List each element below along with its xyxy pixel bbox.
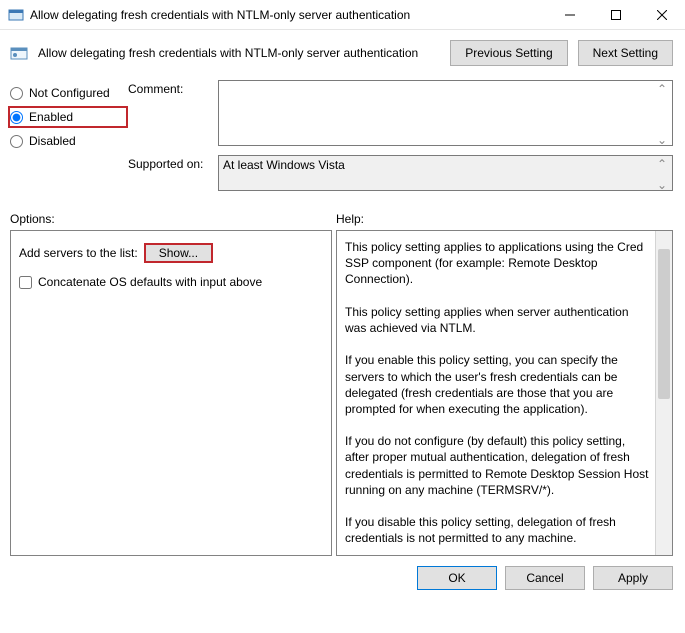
- supported-label: Supported on:: [128, 155, 210, 171]
- add-servers-label: Add servers to the list:: [19, 246, 138, 260]
- comment-label: Comment:: [128, 80, 210, 96]
- radio-not-configured-label: Not Configured: [29, 86, 110, 100]
- maximize-button[interactable]: [593, 0, 639, 29]
- radio-disabled-input[interactable]: [10, 135, 23, 148]
- policy-icon: [8, 7, 24, 23]
- help-scrollbar[interactable]: [655, 231, 672, 555]
- apply-button[interactable]: Apply: [593, 566, 673, 590]
- comment-row: Comment: ⌃⌄: [128, 80, 673, 149]
- concat-checkbox[interactable]: [19, 276, 32, 289]
- radio-enabled-input[interactable]: [10, 111, 23, 124]
- panels: Add servers to the list: Show... Concate…: [0, 230, 685, 556]
- help-scroll-thumb[interactable]: [658, 249, 670, 399]
- radio-not-configured-input[interactable]: [10, 87, 23, 100]
- header-row: Allow delegating fresh credentials with …: [0, 30, 685, 76]
- supported-row: Supported on: ⌃⌄: [128, 155, 673, 194]
- next-setting-button[interactable]: Next Setting: [578, 40, 673, 66]
- policy-title: Allow delegating fresh credentials with …: [38, 46, 440, 60]
- add-servers-row: Add servers to the list: Show...: [19, 243, 323, 263]
- fields-column: Comment: ⌃⌄ Supported on: ⌃⌄: [128, 80, 673, 194]
- help-panel: This policy setting applies to applicati…: [336, 230, 673, 556]
- previous-setting-button[interactable]: Previous Setting: [450, 40, 567, 66]
- cancel-button[interactable]: Cancel: [505, 566, 585, 590]
- supported-value: [218, 155, 673, 191]
- ok-button[interactable]: OK: [417, 566, 497, 590]
- section-labels: Options: Help:: [0, 196, 685, 230]
- upper-area: Not Configured Enabled Disabled Comment:…: [0, 76, 685, 196]
- help-heading: Help:: [336, 212, 364, 226]
- options-panel: Add servers to the list: Show... Concate…: [10, 230, 332, 556]
- title-bar: Allow delegating fresh credentials with …: [0, 0, 685, 30]
- comment-input[interactable]: [218, 80, 673, 146]
- show-button[interactable]: Show...: [144, 243, 213, 263]
- radio-disabled-label: Disabled: [29, 134, 76, 148]
- concat-label: Concatenate OS defaults with input above: [38, 275, 262, 289]
- footer: OK Cancel Apply: [0, 556, 685, 600]
- concat-checkbox-row[interactable]: Concatenate OS defaults with input above: [19, 275, 323, 289]
- radio-enabled[interactable]: Enabled: [8, 106, 128, 128]
- policy-large-icon: [10, 44, 28, 62]
- radio-enabled-label: Enabled: [29, 110, 73, 124]
- radio-not-configured[interactable]: Not Configured: [10, 80, 128, 106]
- options-heading: Options:: [10, 212, 336, 226]
- window-title: Allow delegating fresh credentials with …: [30, 8, 547, 22]
- radio-disabled[interactable]: Disabled: [10, 128, 128, 154]
- state-column: Not Configured Enabled Disabled: [10, 80, 128, 194]
- minimize-button[interactable]: [547, 0, 593, 29]
- close-button[interactable]: [639, 0, 685, 29]
- help-text: This policy setting applies to applicati…: [345, 239, 650, 556]
- window-controls: [547, 0, 685, 29]
